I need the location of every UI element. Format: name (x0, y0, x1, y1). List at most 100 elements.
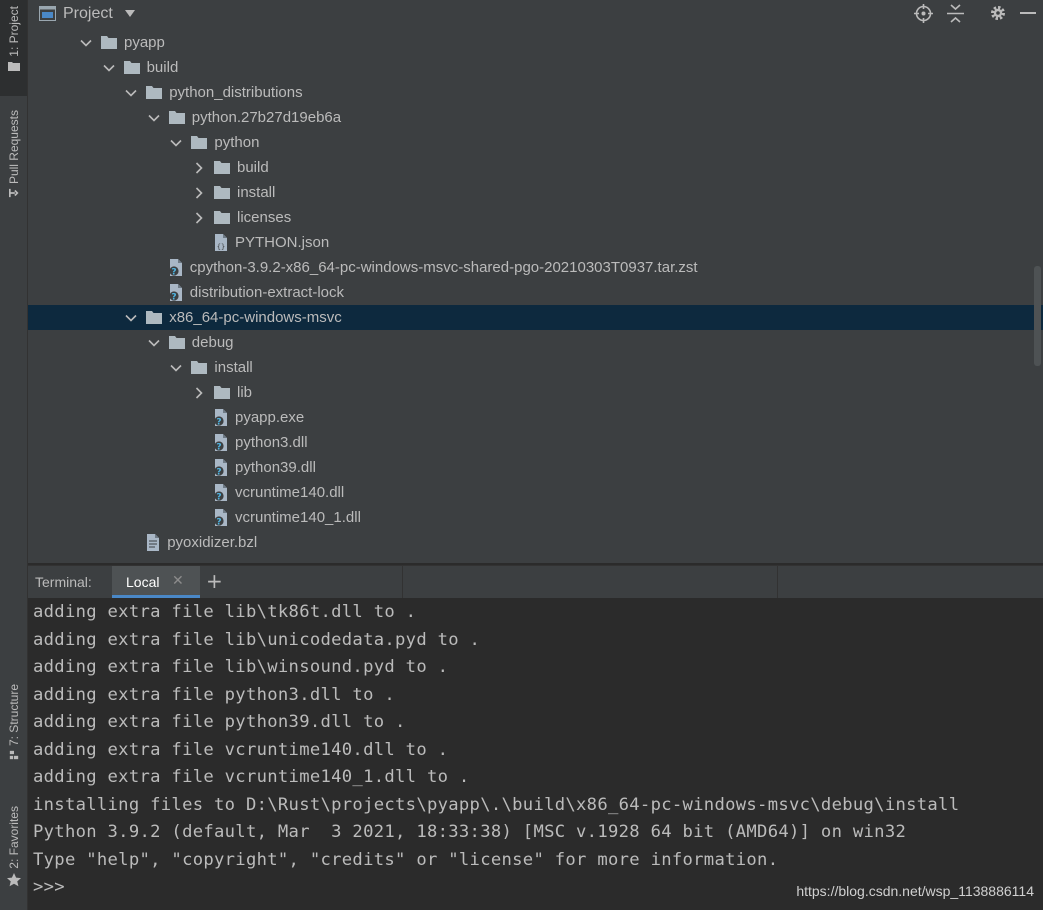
folder-icon (123, 61, 140, 74)
collapse-all-icon[interactable] (947, 4, 964, 23)
tree-row[interactable]: x86_64-pc-windows-msvc (28, 305, 1043, 330)
tree-row[interactable]: ? pyapp.exe (28, 405, 1043, 430)
svg-text:{}: {} (217, 243, 225, 251)
tree-item-label: licenses (237, 209, 292, 226)
tree-row[interactable]: python.27b27d19eb6a (28, 105, 1043, 130)
chevron-right-icon[interactable] (193, 386, 205, 399)
chevron-down-icon[interactable] (125, 10, 135, 17)
favorites-tool-tab-label: 2: Favorites (6, 806, 21, 869)
svg-text:?: ? (216, 468, 221, 477)
terminal-output[interactable]: https://blog.csdn.net/wsp_1138886114 add… (28, 598, 1043, 910)
chevron-down-icon[interactable] (103, 62, 115, 74)
chevron-down-icon[interactable] (80, 37, 92, 49)
chevron-down-icon[interactable] (125, 312, 137, 324)
tree-item-label: build (237, 159, 269, 176)
unknown-file-icon: ? (214, 484, 227, 502)
terminal-line: Type "help", "copyright", "credits" or "… (33, 849, 779, 870)
chevron-right-icon[interactable] (193, 211, 205, 224)
svg-text:?: ? (216, 443, 221, 452)
terminal-line: Python 3.9.2 (default, Mar 3 2021, 18:33… (33, 822, 907, 842)
folder-icon (191, 361, 208, 374)
pull-requests-tool-tab-label: Pull Requests (6, 110, 21, 185)
tree-item-label: pyoxidizer.bzl (167, 534, 258, 551)
tree-row[interactable]: ? python39.dll (28, 455, 1043, 480)
tree-row[interactable]: python_distributions (28, 80, 1043, 105)
terminal-line: adding extra file lib\unicodedata.pyd to… (33, 629, 481, 650)
locate-icon[interactable] (914, 4, 933, 23)
tab-bar-divider (402, 566, 403, 598)
unknown-file-icon: ? (169, 259, 182, 277)
chevron-down-icon[interactable] (170, 137, 182, 149)
tree-item-label: vcruntime140.dll (235, 484, 345, 501)
tree-item-label: python.27b27d19eb6a (191, 109, 342, 126)
chevron-down-icon[interactable] (125, 87, 137, 99)
chevron-right-icon[interactable] (193, 161, 205, 174)
favorites-tool-tab[interactable]: 2: Favorites (0, 806, 27, 906)
svg-text:?: ? (216, 493, 221, 502)
tree-row[interactable]: ? vcruntime140.dll (28, 480, 1043, 505)
tree-item-label: lib (237, 384, 253, 401)
tab-bar-divider (777, 566, 778, 598)
tree-row[interactable]: ? cpython-3.9.2-x86_64-pc-windows-msvc-sh… (28, 255, 1043, 280)
terminal-line: adding extra file vcruntime140.dll to . (33, 739, 449, 760)
tree-row[interactable]: install (28, 355, 1043, 380)
tree-row[interactable]: ? distribution-extract-lock (28, 280, 1043, 305)
tree-item-label: python_distributions (169, 84, 303, 101)
chevron-down-icon[interactable] (170, 362, 182, 374)
tree-row[interactable]: ? vcruntime140_1.dll (28, 505, 1043, 530)
svg-text:?: ? (216, 418, 221, 427)
svg-text:?: ? (171, 268, 176, 277)
tree-row[interactable]: lib (28, 380, 1043, 405)
project-tool-tab-label: 1: Project (6, 6, 21, 57)
terminal-line: adding extra file python39.dll to . (33, 712, 406, 732)
folder-icon (214, 186, 230, 199)
project-tree-scrollbar[interactable] (1034, 266, 1041, 366)
terminal-tab-local[interactable]: Local ✕ (112, 566, 200, 598)
new-terminal-tab-button[interactable]: + (206, 569, 223, 593)
project-view-selector[interactable]: Project (63, 5, 113, 23)
tree-row[interactable]: build (28, 55, 1043, 80)
project-view-icon (39, 6, 56, 21)
tree-item-label: x86_64-pc-windows-msvc (169, 309, 342, 326)
folder-icon (214, 161, 230, 174)
minimize-icon[interactable] (1020, 12, 1036, 15)
tree-row[interactable]: ? python3.dll (28, 430, 1043, 455)
tree-row[interactable]: build (28, 155, 1043, 180)
terminal-tab-name: Local (126, 574, 160, 590)
folder-icon (101, 36, 117, 49)
chevron-down-icon[interactable] (148, 337, 160, 349)
terminal-line: adding extra file vcruntime140_1.dll to … (33, 767, 470, 787)
close-icon[interactable]: ✕ (172, 573, 184, 589)
chevron-right-icon[interactable] (193, 186, 205, 199)
unknown-file-icon: ? (214, 434, 227, 452)
unknown-file-icon: ? (214, 409, 227, 427)
tree-row[interactable]: {} PYTHON.json (28, 230, 1043, 255)
folder-icon (191, 136, 208, 149)
folder-icon (146, 311, 163, 324)
project-tool-tab[interactable]: 1: Project (0, 0, 27, 96)
tree-row[interactable]: install (28, 180, 1043, 205)
project-panel: Project pyapp build python_distributionspy… (28, 0, 1043, 563)
pull-requests-tool-tab[interactable]: Pull Requests (0, 110, 27, 220)
terminal-line: adding extra file python3.dll to . (33, 684, 396, 705)
chevron-down-icon[interactable] (148, 112, 160, 124)
tree-row[interactable]: python (28, 130, 1043, 155)
tree-item-label: python (214, 134, 260, 151)
watermark: https://blog.csdn.net/wsp_1138886114 (796, 883, 1034, 899)
tree-item-label: install (237, 184, 276, 201)
structure-tool-tab[interactable]: 7: Structure (0, 684, 27, 784)
tree-item-label: build (146, 59, 179, 76)
tree-row[interactable]: pyapp (28, 30, 1043, 55)
folder-icon (168, 336, 185, 349)
tree-row[interactable]: debug (28, 330, 1043, 355)
gear-icon[interactable] (989, 4, 1007, 22)
tree-item-label: python39.dll (235, 459, 316, 476)
tree-row[interactable]: pyoxidizer.bzl (28, 530, 1043, 555)
folder-icon (214, 386, 230, 399)
tree-row[interactable]: licenses (28, 205, 1043, 230)
